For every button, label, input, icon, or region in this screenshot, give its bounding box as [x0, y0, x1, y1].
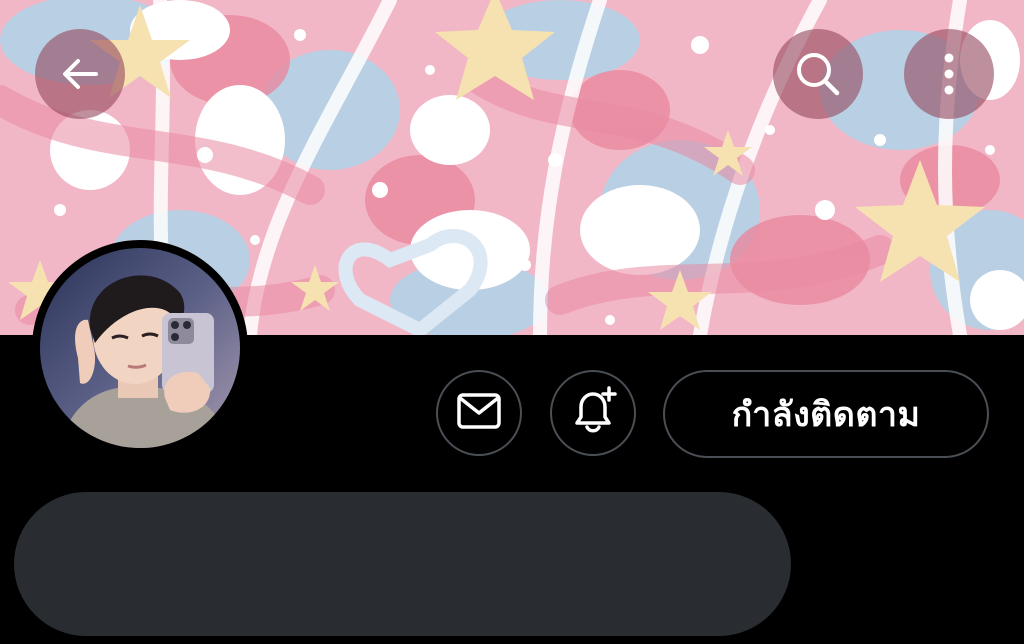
more-options-button[interactable]: [904, 29, 994, 119]
arrow-left-icon: [54, 48, 106, 100]
envelope-icon: [456, 391, 502, 435]
more-vertical-icon: [939, 49, 959, 99]
back-button[interactable]: [35, 29, 125, 119]
following-button[interactable]: กำลังติดตาม: [663, 370, 989, 458]
avatar[interactable]: [32, 240, 248, 456]
search-icon: [790, 46, 846, 102]
following-button-label: กำลังติดตาม: [731, 395, 921, 435]
avatar-photo: [40, 248, 240, 448]
redacted-name-block: [14, 492, 791, 636]
bell-plus-icon: [567, 385, 619, 441]
profile-page: กำลังติดตาม: [0, 0, 1024, 644]
message-button[interactable]: [436, 370, 522, 456]
notifications-button[interactable]: [550, 370, 636, 456]
search-button[interactable]: [773, 29, 863, 119]
